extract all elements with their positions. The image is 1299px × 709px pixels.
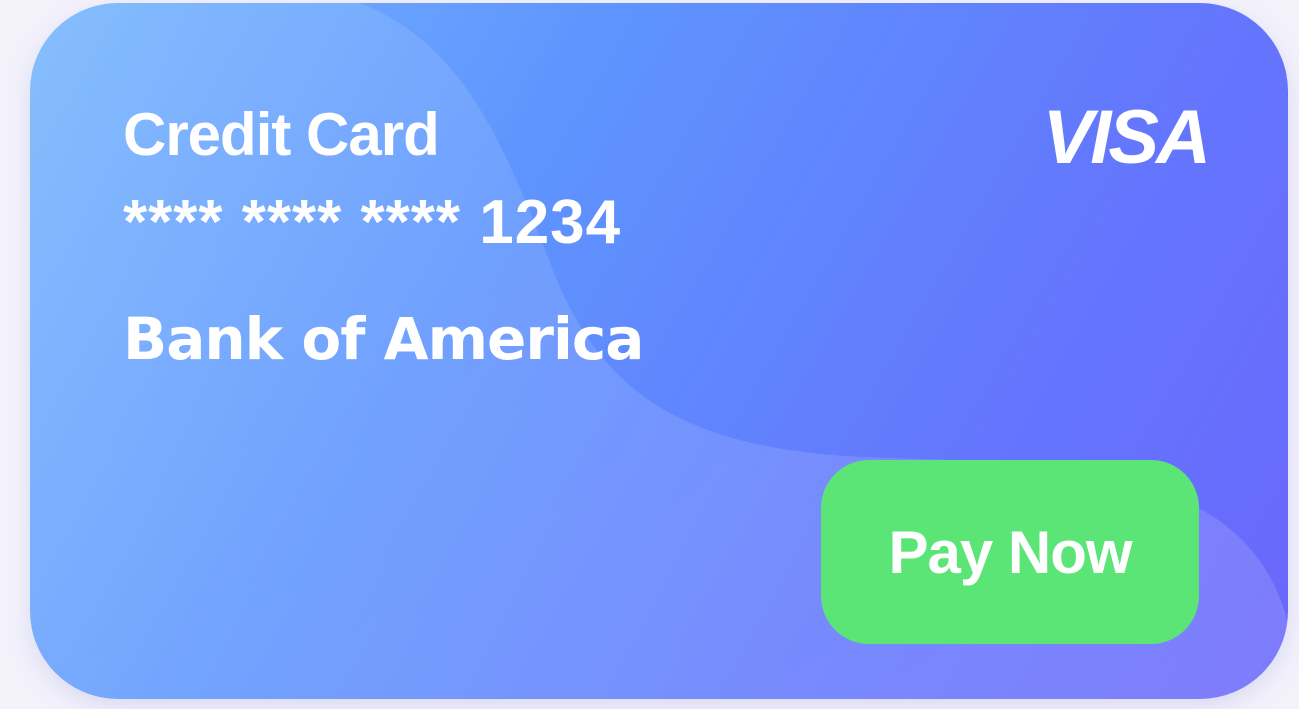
card-title: Credit Card xyxy=(123,101,440,168)
visa-logo: VISA xyxy=(1042,95,1211,180)
credit-card: Credit Card **** **** **** 1234 Bank of … xyxy=(30,3,1288,699)
pay-now-button[interactable]: Pay Now xyxy=(821,460,1199,644)
card-number: **** **** **** 1234 xyxy=(123,188,622,257)
bank-name: Bank of America xyxy=(123,305,644,373)
